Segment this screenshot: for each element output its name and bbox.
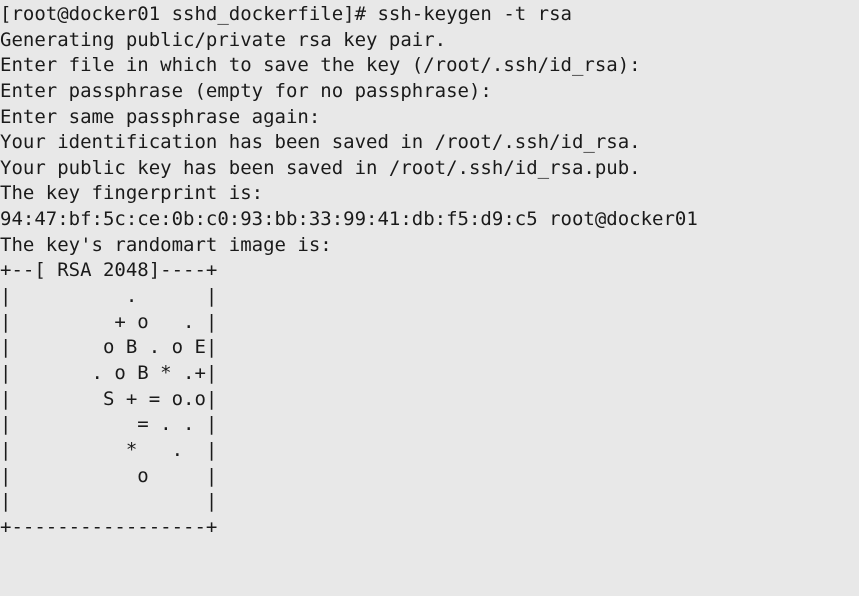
randomart-line: | o | [0,465,217,487]
terminal-line: Generating public/private rsa key pair. [0,29,446,51]
randomart-line: | = . . | [0,413,217,435]
terminal-line: Your identification has been saved in /r… [0,131,641,153]
randomart-line: | | [0,490,217,512]
randomart-line: | S + = o.o| [0,388,217,410]
randomart-line: | . o B * .+| [0,362,217,384]
randomart-line: | * . | [0,439,217,461]
randomart-line: | . | [0,285,217,307]
terminal-line: Enter same passphrase again: [0,106,320,128]
terminal-line: Your public key has been saved in /root/… [0,157,641,179]
randomart-line: +-----------------+ [0,516,217,538]
terminal-output: [root@docker01 sshd_dockerfile]# ssh-key… [0,0,859,540]
randomart-line: | + o . | [0,311,217,333]
terminal-line: 94:47:bf:5c:ce:0b:c0:93:bb:33:99:41:db:f… [0,208,698,230]
terminal-prompt-line: [root@docker01 sshd_dockerfile]# ssh-key… [0,3,572,25]
randomart-line: +--[ RSA 2048]----+ [0,259,217,281]
terminal-line: The key's randomart image is: [0,234,332,256]
randomart-line: | o B . o E| [0,336,217,358]
terminal-line: Enter passphrase (empty for no passphras… [0,80,492,102]
terminal-line: Enter file in which to save the key (/ro… [0,54,641,76]
terminal-line: The key fingerprint is: [0,182,263,204]
